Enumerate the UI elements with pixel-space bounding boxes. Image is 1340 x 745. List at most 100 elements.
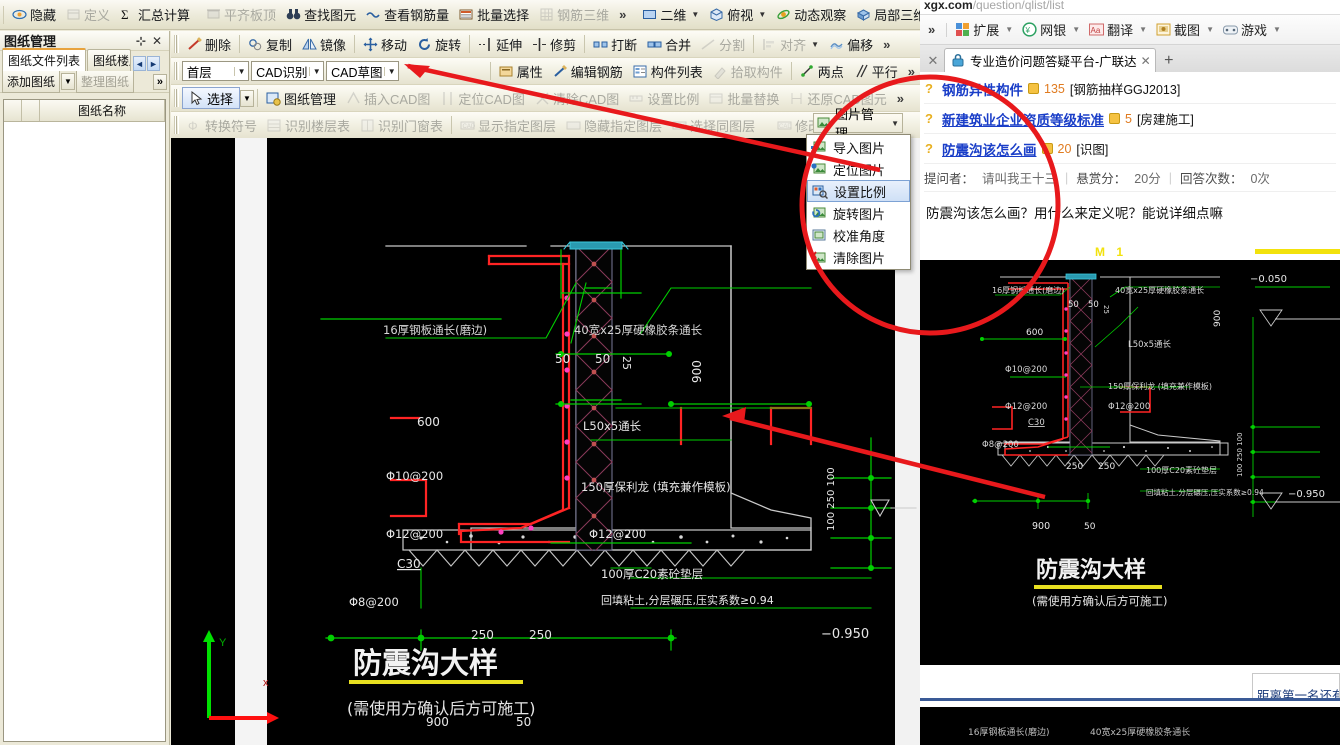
toolbar-button-dynamic-observe[interactable]: 动态观察 [771, 3, 851, 27]
browser-overflow-chevron[interactable]: » [923, 22, 940, 37]
toolbar-button-top-view[interactable]: 俯视 ▼ [704, 3, 771, 27]
toolbar-button-show-layer[interactable]: CAD 显示指定图层 [455, 113, 561, 137]
pin-icon[interactable]: ⊹ [133, 34, 149, 48]
chevron-down-icon[interactable]: ▼ [811, 40, 819, 49]
select-tool-button[interactable]: 选择 [182, 87, 241, 109]
tab-drawing-file-list[interactable]: 图纸文件列表 [2, 48, 87, 71]
chevron-down-icon[interactable]: ▼ [1139, 25, 1147, 34]
toolbar-grip[interactable] [174, 35, 179, 53]
dock-more-button[interactable]: » [152, 73, 167, 90]
tab-prev-button[interactable]: ◄ [133, 56, 147, 71]
chevron-down-icon[interactable]: ▼ [309, 66, 323, 76]
chevron-down-icon[interactable]: ▼ [384, 66, 398, 76]
question-attached-image-2[interactable]: 16厚钢板通长(磨边) 40宽x25厚硬橡胶条通长 [920, 707, 1340, 745]
question-link[interactable]: 新建筑业企业资质等级标准 [942, 109, 1104, 129]
toolbar-button-merge[interactable]: 合并 [642, 32, 696, 56]
tab-next-button[interactable]: ► [147, 56, 161, 71]
chevron-down-icon[interactable]: ▼ [234, 66, 248, 76]
chevron-down-icon[interactable]: ▼ [1005, 25, 1013, 34]
toolbar-grip[interactable] [174, 89, 179, 107]
toolbar-grip[interactable] [3, 5, 4, 24]
toolbar-button-insert-cad[interactable]: 插入CAD图 [341, 86, 435, 110]
toolbar-button-recognize-door-window[interactable]: 识别门窗表 [355, 113, 448, 137]
chevron-down-icon[interactable]: ▼ [758, 10, 766, 19]
toolbar-button-component-list[interactable]: 构件列表 [628, 59, 708, 83]
toolbar-button-extend[interactable]: 延伸 [473, 32, 527, 56]
toolbar-button-align[interactable]: 对齐 ▼ [757, 32, 824, 56]
toolbar-grip[interactable] [174, 116, 179, 134]
toolbar-button-trim[interactable]: 修剪 [527, 32, 581, 56]
new-tab-button[interactable]: + [1156, 50, 1182, 72]
cad-recognize-select[interactable]: CAD识别 ▼ [251, 61, 325, 81]
toolbar-button-define[interactable]: 定义 [61, 3, 115, 27]
toolbar-button-pick-component[interactable]: 拾取构件 [708, 59, 788, 83]
close-icon[interactable]: ✕ [149, 34, 165, 48]
drawing-list-grid[interactable]: 图纸名称 [3, 99, 166, 742]
toolbar-button-hide-layer[interactable]: 隐藏指定图层 [561, 113, 667, 137]
menu-item-import-image[interactable]: 导入图片 [807, 136, 910, 158]
toolbar-button-rotate[interactable]: 旋转 [412, 32, 466, 56]
toolbar-button-parallel[interactable]: 平行 [849, 59, 903, 83]
toolbar-button-local-3d[interactable]: 局部三维 [851, 3, 920, 27]
list-item[interactable]: ? 新建筑业企业资质等级标准 5 [房建施工] [924, 104, 1336, 134]
toolbar-button-copy[interactable]: 复制 [243, 32, 297, 56]
list-item[interactable]: ? 防震沟该怎么画 20 [识图] [924, 134, 1336, 164]
toolbar-button-locate-cad[interactable]: 定位CAD图 [435, 86, 529, 110]
toolbar-button-move[interactable]: 移动 [358, 32, 412, 56]
floor-select[interactable]: 首层 ▼ [181, 61, 250, 81]
browser-button-online-bank[interactable]: ¥ 网银 ▼ [1020, 20, 1085, 39]
chevron-down-icon[interactable]: ▼ [1072, 25, 1080, 34]
toolbar-button-align-slab-top[interactable]: 平齐板顶 [201, 3, 281, 27]
toolbar-button-set-scale[interactable]: 设置比例 [624, 86, 704, 110]
toolbar-button-view-rebar-qty[interactable]: 查看钢筋量 [361, 3, 454, 27]
question-link[interactable]: 钢筋异性构件 [942, 79, 1023, 99]
chevron-down-icon[interactable]: ▼ [1206, 25, 1214, 34]
toolbar-button-mirror[interactable]: 镜像 [297, 32, 351, 56]
toolbar-overflow-chevron[interactable]: » [903, 64, 920, 79]
toolbar-button-find-element[interactable]: 查找图元 [281, 3, 361, 27]
toolbar-overflow-chevron[interactable]: » [878, 37, 895, 52]
organize-drawing-button[interactable]: 整理图纸 [75, 70, 134, 93]
question-attached-image[interactable]: M 1 16厚钢板通长(磨边) 40宽x25厚硬橡胶条通长 50 50 25 6… [920, 247, 1340, 665]
menu-item-set-scale[interactable]: 设置比例 [807, 180, 910, 202]
browser-tab-active[interactable]: 专业造价问题答疑平台-广联达 ✕ [944, 48, 1156, 72]
toolbar-button-hide[interactable]: 隐藏 [7, 3, 61, 27]
menu-item-calibrate-angle[interactable]: 校准角度 [807, 224, 910, 246]
question-link[interactable]: 防震沟该怎么画 [942, 139, 1037, 159]
toolbar-overflow-chevron[interactable]: » [892, 91, 909, 106]
tab-scroll-close-icon[interactable]: ✕ [922, 50, 944, 72]
toolbar-button-select-same-layer[interactable]: CAD 选择同图层 [667, 113, 760, 137]
toolbar-button-summary-calc[interactable]: Σ 汇总计算 [115, 3, 195, 27]
browser-button-screenshot[interactable]: 截图 ▼ [1154, 20, 1219, 39]
toolbar-button-offset[interactable]: 偏移 [824, 32, 878, 56]
browser-button-translate[interactable]: Aa 翻译 ▼ [1087, 20, 1152, 39]
toolbar-button-drawing-manage[interactable]: 图纸管理 [261, 86, 341, 110]
browser-button-extensions[interactable]: 扩展 ▼ [953, 20, 1018, 39]
ribbon-overflow-chevron[interactable]: » [614, 7, 631, 22]
chevron-down-icon[interactable]: ▼ [1273, 25, 1281, 34]
cad-sketch-select[interactable]: CAD草图 ▼ [326, 61, 400, 81]
toolbar-button-convert-symbol[interactable]: Φ 转换符号 [182, 113, 262, 137]
add-drawing-caret[interactable]: ▼ [61, 73, 75, 90]
menu-item-rotate-image[interactable]: 旋转图片 [807, 202, 910, 224]
toolbar-grip[interactable] [174, 62, 179, 80]
toolbar-button-batch-select[interactable]: 批量选择 [454, 3, 534, 27]
toolbar-button-2d-view[interactable]: 二维 ▼ [637, 3, 704, 27]
browser-button-games[interactable]: 游戏 ▼ [1221, 20, 1286, 39]
toolbar-button-edit-rebar[interactable]: 编辑钢筋 [548, 59, 628, 83]
picture-manage-button[interactable]: 图片管理 ▼ [813, 107, 903, 141]
close-icon[interactable]: ✕ [1141, 54, 1151, 68]
menu-item-locate-image[interactable]: 定位图片 [807, 158, 910, 180]
select-tool-caret[interactable]: ▼ [240, 89, 254, 107]
toolbar-button-properties[interactable]: 属性 [494, 59, 548, 83]
chevron-down-icon[interactable]: ▼ [691, 10, 699, 19]
toolbar-button-batch-replace[interactable]: 批量替换 [704, 86, 784, 110]
menu-item-clear-image[interactable]: 清除图片 [807, 246, 910, 268]
toolbar-button-split[interactable]: 分割 [696, 32, 750, 56]
toolbar-button-rebar-3d[interactable]: 钢筋三维 [534, 3, 614, 27]
list-item[interactable]: ? 钢筋异性构件 135 [钢筋抽样GGJ2013] [924, 74, 1336, 104]
tab-drawing-floor[interactable]: 图纸楼层 [87, 49, 132, 71]
toolbar-button-delete[interactable]: 删除 [182, 32, 236, 56]
toolbar-button-two-point[interactable]: 两点 [795, 59, 849, 83]
toolbar-button-break[interactable]: 打断 [588, 32, 642, 56]
